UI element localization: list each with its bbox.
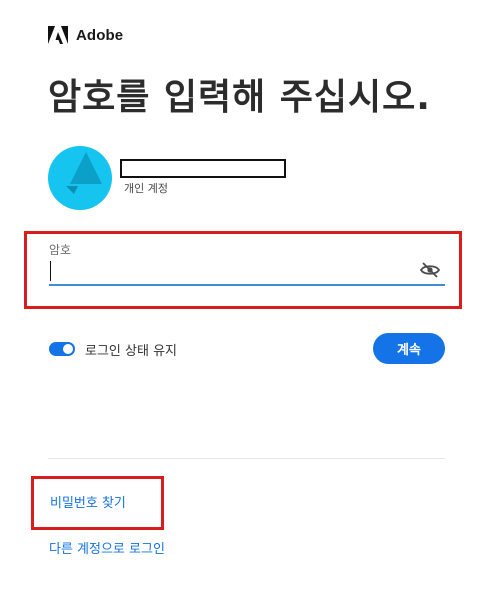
sign-in-other-account-link[interactable]: 다른 계정으로 로그인	[49, 538, 165, 557]
toggle-password-visibility-button[interactable]	[419, 261, 441, 279]
brand-header: Adobe	[48, 26, 123, 44]
account-type-label: 개인 계정	[124, 182, 168, 195]
email-redacted	[120, 159, 286, 178]
adobe-logo-icon	[48, 26, 68, 44]
avatar-graphic	[66, 152, 102, 194]
toggle-knob	[63, 344, 73, 354]
avatar	[48, 146, 112, 210]
eye-slash-icon	[419, 262, 441, 278]
forgot-password-link[interactable]: 비밀번호 찾기	[50, 492, 126, 511]
page-title: 암호를 입력해 주십시오.	[48, 77, 431, 118]
brand-name: Adobe	[76, 26, 124, 44]
password-input[interactable]	[49, 258, 399, 282]
stay-signed-in-label: 로그인 상태 유지	[85, 344, 177, 359]
password-field	[49, 256, 445, 286]
continue-button[interactable]: 계속	[373, 333, 445, 364]
divider	[48, 458, 445, 459]
stay-signed-in-toggle[interactable]	[49, 342, 75, 356]
text-caret	[50, 261, 51, 281]
